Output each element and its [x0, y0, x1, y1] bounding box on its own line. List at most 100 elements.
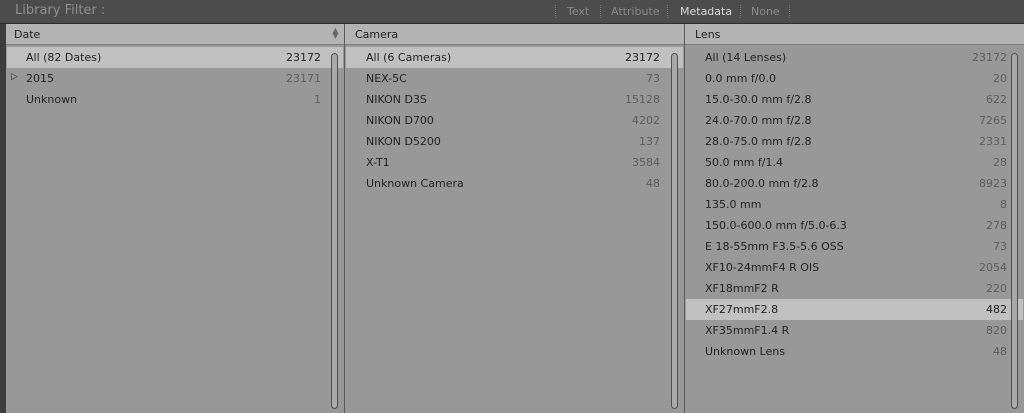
- item-count: 1: [314, 93, 321, 106]
- column-header-label: Lens: [695, 28, 721, 41]
- mode-separator: [555, 5, 556, 18]
- list-item[interactable]: 0.0 mm f/0.0 20: [686, 68, 1023, 89]
- list-item[interactable]: All (6 Cameras) 23172: [346, 47, 683, 68]
- date-list: All (82 Dates) 23172 ▷ 2015 23171 Unknow…: [6, 47, 344, 110]
- camera-column-header[interactable]: Camera: [345, 24, 684, 45]
- item-count: 482: [986, 303, 1007, 316]
- list-item[interactable]: XF10-24mmF4 R OIS 2054: [686, 257, 1023, 278]
- item-count: 278: [986, 219, 1007, 232]
- list-item[interactable]: 28.0-75.0 mm f/2.8 2331: [686, 131, 1023, 152]
- list-item[interactable]: X-T1 3584: [346, 152, 683, 173]
- item-label: Unknown: [26, 93, 78, 106]
- item-label: XF35mmF1.4 R: [705, 324, 790, 337]
- item-count: 3584: [632, 156, 660, 169]
- item-count: 2331: [979, 135, 1007, 148]
- mode-separator: [667, 5, 668, 18]
- list-item[interactable]: XF35mmF1.4 R 820: [686, 320, 1023, 341]
- item-label: All (82 Dates): [26, 51, 102, 64]
- item-count: 137: [639, 135, 660, 148]
- column-header-label: Date: [14, 28, 41, 41]
- mode-separator: [740, 5, 741, 18]
- item-label: Unknown Lens: [705, 345, 785, 358]
- item-label: NIKON D700: [366, 114, 434, 127]
- item-label: Unknown Camera: [366, 177, 464, 190]
- item-label: 2015: [26, 72, 54, 85]
- list-item[interactable]: 150.0-600.0 mm f/5.0-6.3 278: [686, 215, 1023, 236]
- list-item[interactable]: NIKON D5200 137: [346, 131, 683, 152]
- list-item[interactable]: NIKON D700 4202: [346, 110, 683, 131]
- mode-separator: [600, 5, 601, 18]
- item-count: 8: [1000, 198, 1007, 211]
- list-item[interactable]: NIKON D3S 15128: [346, 89, 683, 110]
- list-item[interactable]: 80.0-200.0 mm f/2.8 8923: [686, 173, 1023, 194]
- list-item[interactable]: Unknown Camera 48: [346, 173, 683, 194]
- item-count: 2054: [979, 261, 1007, 274]
- list-item[interactable]: XF18mmF2 R 220: [686, 278, 1023, 299]
- list-item[interactable]: 15.0-30.0 mm f/2.8 622: [686, 89, 1023, 110]
- item-label: All (14 Lenses): [705, 51, 787, 64]
- list-item[interactable]: 50.0 mm f/1.4 28: [686, 152, 1023, 173]
- item-count: 820: [986, 324, 1007, 337]
- item-label: E 18-55mm F3.5-5.6 OSS: [705, 240, 844, 253]
- item-count: 7265: [979, 114, 1007, 127]
- mode-separator: [789, 5, 790, 18]
- item-label: XF10-24mmF4 R OIS: [705, 261, 820, 274]
- list-item[interactable]: 135.0 mm 8: [686, 194, 1023, 215]
- mode-none[interactable]: None: [751, 5, 780, 18]
- date-column-header[interactable]: Date ▲ ▼: [6, 24, 344, 45]
- item-label: 135.0 mm: [705, 198, 762, 211]
- list-item[interactable]: 24.0-70.0 mm f/2.8 7265: [686, 110, 1023, 131]
- item-label: 0.0 mm f/0.0: [705, 72, 776, 85]
- list-item[interactable]: NEX-5C 73: [346, 68, 683, 89]
- item-count: 8923: [979, 177, 1007, 190]
- item-label: 28.0-75.0 mm f/2.8: [705, 135, 812, 148]
- item-label: 24.0-70.0 mm f/2.8: [705, 114, 812, 127]
- camera-column: Camera All (6 Cameras) 23172 NEX-5C 73 NIK…: [345, 24, 685, 413]
- sort-order-icon[interactable]: ▲ ▼: [331, 27, 340, 40]
- item-count: 48: [993, 345, 1007, 358]
- item-count: 15128: [625, 93, 660, 106]
- list-item[interactable]: E 18-55mm F3.5-5.6 OSS 73: [686, 236, 1023, 257]
- item-label: 150.0-600.0 mm f/5.0-6.3: [705, 219, 847, 232]
- item-count: 23171: [286, 72, 321, 85]
- list-item[interactable]: ▷ 2015 23171: [7, 68, 343, 89]
- lens-scrollbar[interactable]: [1011, 53, 1018, 409]
- item-label: NIKON D5200: [366, 135, 441, 148]
- column-header-label: Camera: [355, 28, 399, 41]
- lens-list: All (14 Lenses) 23172 0.0 mm f/0.0 20 15.0…: [685, 47, 1024, 362]
- mode-metadata[interactable]: Metadata: [680, 5, 732, 18]
- item-count: 4202: [632, 114, 660, 127]
- item-label: X-T1: [366, 156, 390, 169]
- camera-scrollbar[interactable]: [671, 53, 678, 409]
- item-label: XF27mmF2.8: [705, 303, 779, 316]
- list-item[interactable]: All (82 Dates) 23172: [7, 47, 343, 68]
- list-item[interactable]: Unknown 1: [7, 89, 343, 110]
- item-count: 622: [986, 93, 1007, 106]
- item-label: NEX-5C: [366, 72, 407, 85]
- item-count: 220: [986, 282, 1007, 295]
- library-filter-bar: Library Filter : Text Attribute Metadata…: [0, 0, 1024, 24]
- item-label: XF18mmF2 R: [705, 282, 779, 295]
- item-count: 23172: [625, 51, 660, 64]
- camera-list: All (6 Cameras) 23172 NEX-5C 73 NIKON D3S 1…: [345, 47, 684, 194]
- list-item[interactable]: XF27mmF2.8 482: [686, 299, 1023, 320]
- item-label: All (6 Cameras): [366, 51, 452, 64]
- item-label: 50.0 mm f/1.4: [705, 156, 783, 169]
- mode-text[interactable]: Text: [567, 5, 589, 18]
- item-count: 20: [993, 72, 1007, 85]
- item-count: 73: [993, 240, 1007, 253]
- filter-bar-title: Library Filter :: [15, 3, 106, 18]
- item-label: 15.0-30.0 mm f/2.8: [705, 93, 812, 106]
- item-count: 23172: [286, 51, 321, 64]
- date-column: Date ▲ ▼ All (82 Dates) 23172 ▷ 2015 2317…: [6, 24, 345, 413]
- date-scrollbar[interactable]: [331, 53, 338, 409]
- list-item[interactable]: All (14 Lenses) 23172: [686, 47, 1023, 68]
- disclosure-triangle-icon[interactable]: ▷: [11, 72, 18, 82]
- list-item[interactable]: Unknown Lens 48: [686, 341, 1023, 362]
- mode-attribute[interactable]: Attribute: [611, 5, 660, 18]
- lens-column-header[interactable]: Lens: [685, 24, 1024, 45]
- item-label: 80.0-200.0 mm f/2.8: [705, 177, 819, 190]
- item-count: 48: [646, 177, 660, 190]
- item-count: 73: [646, 72, 660, 85]
- item-count: 28: [993, 156, 1007, 169]
